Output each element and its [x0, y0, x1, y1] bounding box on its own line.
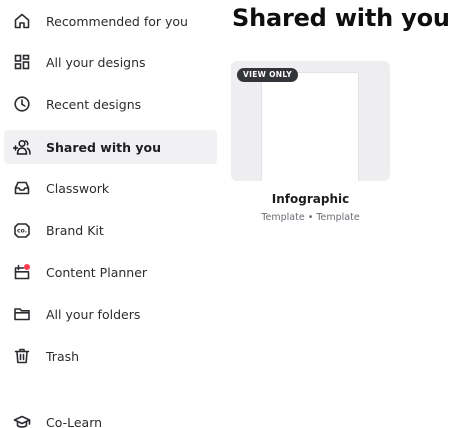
design-card-thumbnail[interactable]: VIEW ONLY: [231, 61, 390, 181]
sidebar-item-label: Trash: [46, 348, 80, 364]
sidebar-item-all-folders[interactable]: All your folders: [4, 297, 217, 331]
sidebar-item-all-designs[interactable]: All your designs: [4, 45, 217, 79]
sidebar-item-label: Content Planner: [46, 264, 148, 280]
home-icon: [13, 12, 31, 30]
grid-icon: [13, 53, 31, 71]
folder-icon: [13, 305, 31, 323]
view-only-badge: VIEW ONLY: [237, 68, 298, 82]
design-preview-page: [262, 73, 358, 181]
sidebar-item-label: Recommended for you: [46, 13, 188, 29]
design-card-subtitle: Template • Template: [261, 212, 360, 223]
notification-dot: [24, 264, 30, 270]
sidebar-item-recommended[interactable]: Recommended for you: [4, 4, 217, 38]
trash-icon: [13, 347, 31, 365]
calendar-icon: [13, 263, 31, 281]
sidebar-item-trash[interactable]: Trash: [4, 339, 217, 373]
sidebar-item-content-planner[interactable]: Content Planner: [4, 255, 217, 289]
graduation-cap-icon: [13, 413, 31, 428]
sidebar-item-label: Recent designs: [46, 96, 142, 112]
brand-kit-icon: co.: [13, 221, 31, 239]
inbox-tray-icon: [13, 179, 31, 197]
shared-users-icon: [13, 138, 31, 156]
sidebar-item-label: Brand Kit: [46, 222, 104, 238]
sidebar-item-shared-with-you[interactable]: Shared with you: [4, 130, 217, 164]
sidebar-item-label: All your designs: [46, 54, 146, 70]
app-root: Recommended for you All your designs Rec…: [0, 0, 464, 428]
page-title: Shared with you: [232, 4, 450, 32]
sidebar-item-recent-designs[interactable]: Recent designs: [4, 87, 217, 121]
sidebar-item-label: Classwork: [46, 180, 110, 196]
sidebar-item-classwork[interactable]: Classwork: [4, 171, 217, 205]
sidebar: Recommended for you All your designs Rec…: [0, 0, 218, 428]
sidebar-item-label: Shared with you: [46, 139, 161, 155]
clock-icon: [13, 95, 31, 113]
sidebar-item-label: All your folders: [46, 306, 141, 322]
svg-text:co.: co.: [17, 228, 27, 235]
sidebar-item-label: Co-Learn: [46, 414, 103, 428]
sidebar-item-brand-kit[interactable]: co. Brand Kit: [4, 213, 217, 247]
sidebar-item-co-learn[interactable]: Co-Learn: [4, 405, 217, 428]
design-card-title[interactable]: Infographic: [231, 192, 390, 206]
